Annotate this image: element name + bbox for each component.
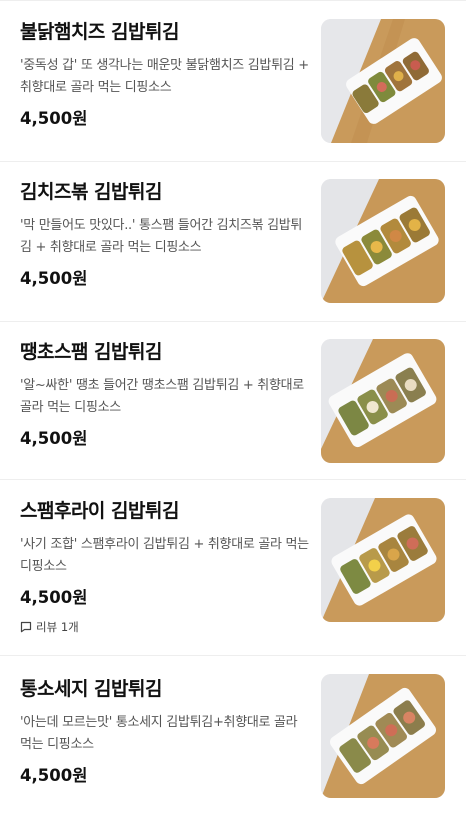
menu-item-price: 4,500원 <box>20 109 88 128</box>
menu-item[interactable]: 스팸후라이 김밥튀김 '사기 조합' 스팸후라이 김밥튀김 + 취향대로 골라 … <box>0 480 466 656</box>
menu-item-title: 땡초스팸 김밥튀김 <box>20 341 162 363</box>
menu-item-price: 4,500원 <box>20 766 88 785</box>
menu-item-photo <box>321 339 445 463</box>
menu-item-description: '중독성 갑' 또 생각나는 매운맛 불닭햄치즈 김밥튀김 + 취향대로 골라 … <box>20 58 309 95</box>
review-count[interactable]: 리뷰 1개 <box>20 619 310 635</box>
speech-bubble-icon <box>20 621 32 633</box>
menu-item-price: 4,500원 <box>20 269 88 288</box>
menu-item-photo <box>321 674 445 798</box>
menu-item[interactable]: 통소세지 김밥튀김 '아는데 모르는맛' 통소세지 김밥튀김+취향대로 골라 먹… <box>0 656 466 815</box>
menu-item-title: 불닭햄치즈 김밥튀김 <box>20 21 179 43</box>
menu-item-photo <box>321 19 445 143</box>
menu-item-title: 스팸후라이 김밥튀김 <box>20 500 179 522</box>
menu-item-title: 통소세지 김밥튀김 <box>20 678 162 700</box>
menu-item-price: 4,500원 <box>20 588 88 607</box>
menu-item[interactable]: 땡초스팸 김밥튀김 '알~싸한' 땡초 들어간 땡초스팸 김밥튀김 + 취향대로… <box>0 322 466 480</box>
menu-item[interactable]: 김치즈볶 김밥튀김 '막 만들어도 맛있다..' 통스팸 들어간 김치즈볶 김밥… <box>0 162 466 322</box>
menu-item-price: 4,500원 <box>20 429 88 448</box>
menu-item-description: '알~싸한' 땡초 들어간 땡초스팸 김밥튀김 + 취향대로 골라 먹는 디핑소… <box>20 378 304 415</box>
review-count-label: 리뷰 1개 <box>36 620 79 634</box>
menu-item-photo <box>321 498 445 622</box>
menu-item[interactable]: 불닭햄치즈 김밥튀김 '중독성 갑' 또 생각나는 매운맛 불닭햄치즈 김밥튀김… <box>0 0 466 162</box>
menu-item-photo <box>321 179 445 303</box>
menu-item-description: '막 만들어도 맛있다..' 통스팸 들어간 김치즈볶 김밥튀김 + 취향대로 … <box>20 218 303 255</box>
menu-item-description: '아는데 모르는맛' 통소세지 김밥튀김+취향대로 골라 먹는 디핑소스 <box>20 715 298 752</box>
menu-item-title: 김치즈볶 김밥튀김 <box>20 181 162 203</box>
menu-item-description: '사기 조합' 스팸후라이 김밥튀김 + 취향대로 골라 먹는 디핑소스 <box>20 537 309 574</box>
